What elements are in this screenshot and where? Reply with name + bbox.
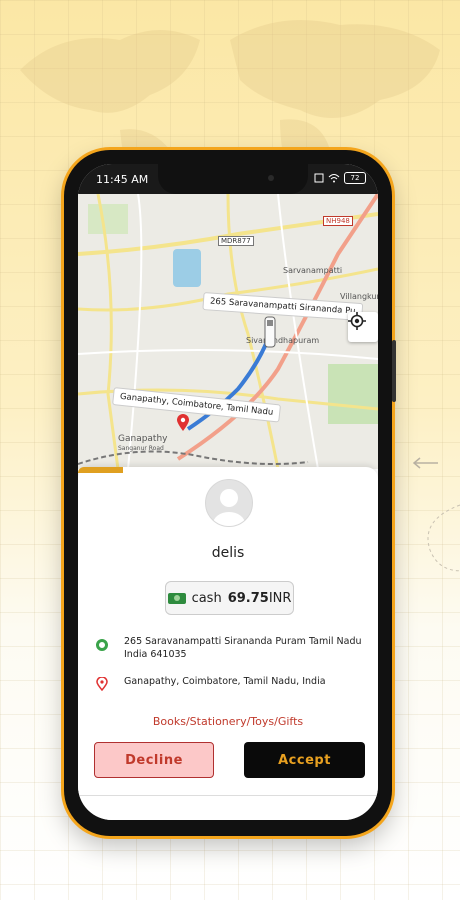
camera-dot bbox=[268, 175, 274, 181]
map-label-sarvanampatti: Sarvanampatti bbox=[283, 266, 343, 275]
accept-button[interactable]: Accept bbox=[244, 742, 365, 778]
phone-frame: 11:45 AM 72 NH948 MDR877 Sarvanampatti V… bbox=[64, 150, 396, 836]
map-pin-icon bbox=[96, 677, 108, 691]
status-icons: 72 bbox=[314, 172, 366, 184]
pickup-dot-icon bbox=[96, 639, 108, 651]
pickup-address-row: 265 Saravanampatti Sirananda Puram Tamil… bbox=[96, 635, 366, 661]
crosshair-icon bbox=[348, 312, 366, 330]
status-time: 11:45 AM bbox=[96, 173, 149, 186]
user-avatar-icon bbox=[213, 489, 245, 526]
cash-icon bbox=[167, 592, 186, 604]
lake bbox=[173, 249, 201, 287]
mdr-badge: MDR877 bbox=[218, 236, 254, 246]
decorative-dashed-path bbox=[427, 504, 460, 572]
customer-name: delis bbox=[211, 545, 245, 561]
payment-chip: cash 69.75INR bbox=[165, 581, 294, 615]
map-view[interactable]: NH948 MDR877 Sarvanampatti Villangkuri S… bbox=[78, 194, 378, 469]
sheet-accent-bar bbox=[78, 467, 123, 473]
park-area bbox=[88, 204, 128, 234]
sheet-divider bbox=[78, 795, 378, 796]
battery-icon: 72 bbox=[344, 172, 366, 184]
order-request-sheet: delis cash 69.75INR 265 Saravanampatti S… bbox=[78, 467, 378, 820]
drop-address-row: Ganapathy, Coimbatore, Tamil Nadu, India bbox=[96, 675, 366, 691]
map-label-villangkuri: Villangkuri bbox=[340, 292, 378, 301]
phone-side-button bbox=[392, 340, 396, 402]
park-area bbox=[328, 364, 378, 424]
drop-address: Ganapathy, Coimbatore, Tamil Nadu, India bbox=[124, 676, 326, 687]
decorative-arrow-icon bbox=[412, 457, 438, 469]
wifi-icon bbox=[328, 174, 340, 183]
drop-location-pin-icon bbox=[177, 414, 189, 431]
phone-screen: 11:45 AM 72 NH948 MDR877 Sarvanampatti V… bbox=[78, 164, 378, 820]
pickup-address: 265 Saravanampatti Sirananda Puram Tamil… bbox=[124, 636, 362, 660]
fare-currency: INR bbox=[268, 590, 292, 606]
nh-badge: NH948 bbox=[323, 216, 353, 226]
map-label-sivanandhapuram: Sivanandhapuram bbox=[246, 336, 320, 345]
payment-method: cash bbox=[191, 590, 222, 606]
map-label-sanganur: Sanganur Road bbox=[118, 445, 164, 452]
vehicle-marker-icon bbox=[264, 316, 276, 348]
phone-notch bbox=[158, 164, 308, 194]
my-location-button[interactable] bbox=[348, 312, 378, 342]
customer-avatar bbox=[205, 479, 253, 527]
map-label-ganapathy: Ganapathy bbox=[118, 434, 168, 444]
order-category: Books/Stationery/Toys/Gifts bbox=[152, 715, 304, 728]
fare-amount: 69.75 bbox=[227, 590, 269, 606]
decline-button[interactable]: Decline bbox=[94, 742, 214, 778]
screen-record-icon bbox=[314, 173, 324, 183]
